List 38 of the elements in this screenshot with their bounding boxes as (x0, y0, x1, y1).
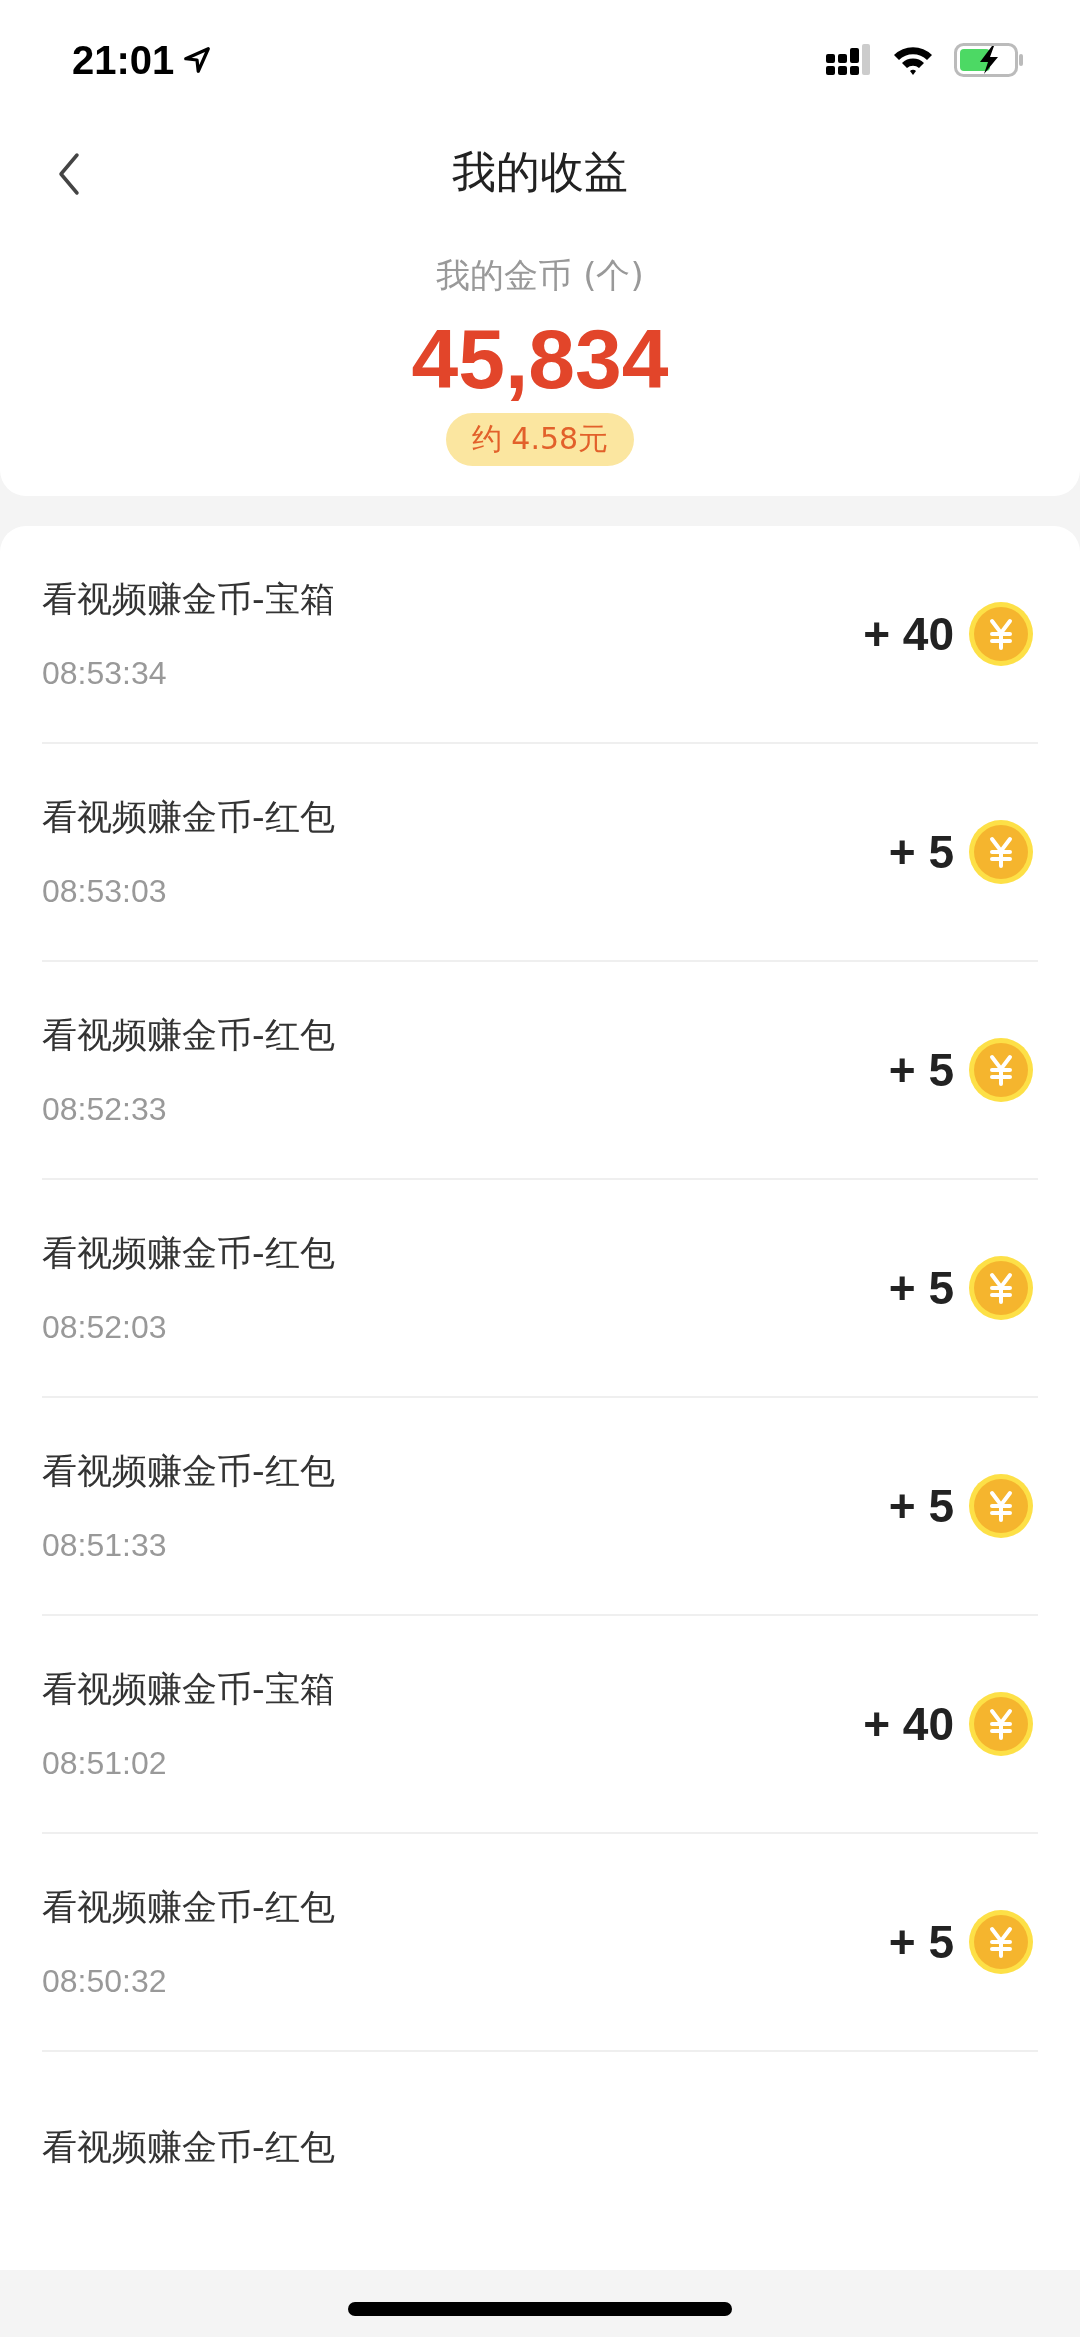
record-time: 08:52:03 (42, 1309, 168, 1347)
page-title: 我的收益 (452, 145, 628, 199)
record-time: 08:51:33 (42, 1527, 168, 1565)
record-title: 看视频赚金币-红包 (42, 1450, 335, 1494)
coin-amount: + 40 (863, 607, 954, 662)
record-time: 08:51:02 (42, 1745, 168, 1783)
coin-icon (968, 1691, 1034, 1758)
cash-value-tag: 约 4.58元 (445, 413, 635, 467)
record-title: 看视频赚金币-宝箱 (42, 578, 335, 622)
record-time: 08:50:32 (42, 1963, 168, 2001)
record-title: 看视频赚金币-红包 (42, 796, 335, 840)
record-time: 08:53:34 (42, 655, 168, 693)
record-title: 看视频赚金币-红包 (42, 1232, 335, 1276)
coin-icon (968, 819, 1034, 886)
record-title: 看视频赚金币-红包 (42, 1014, 335, 1058)
record-title: 看视频赚金币-红包 (42, 2126, 335, 2170)
wifi-icon (892, 44, 934, 76)
coin-amount: + 5 (888, 1043, 954, 1098)
coin-icon (968, 1037, 1034, 1104)
coins-label: 我的金币 (个) (436, 254, 644, 297)
battery-charging-icon (954, 43, 1024, 77)
coin-amount: + 5 (888, 1261, 954, 1316)
coin-icon (968, 1255, 1034, 1322)
coin-amount: + 5 (888, 1479, 954, 1534)
coin-balance: 45,834 (411, 313, 669, 406)
coin-amount: + 40 (863, 1697, 954, 1752)
record-title: 看视频赚金币-红包 (42, 1886, 335, 1930)
record-title: 看视频赚金币-宝箱 (42, 1668, 335, 1712)
coin-icon (968, 1909, 1034, 1976)
status-time: 21:01 (72, 37, 175, 83)
signal-icon (826, 44, 872, 76)
record-time: 08:53:03 (42, 873, 168, 911)
location-arrow-icon (182, 45, 213, 75)
coin-amount: + 5 (888, 825, 954, 880)
coin-icon (968, 601, 1034, 668)
coin-amount: + 5 (888, 1915, 954, 1970)
coin-icon (968, 1473, 1034, 1540)
record-time: 08:52:33 (42, 1091, 168, 1129)
